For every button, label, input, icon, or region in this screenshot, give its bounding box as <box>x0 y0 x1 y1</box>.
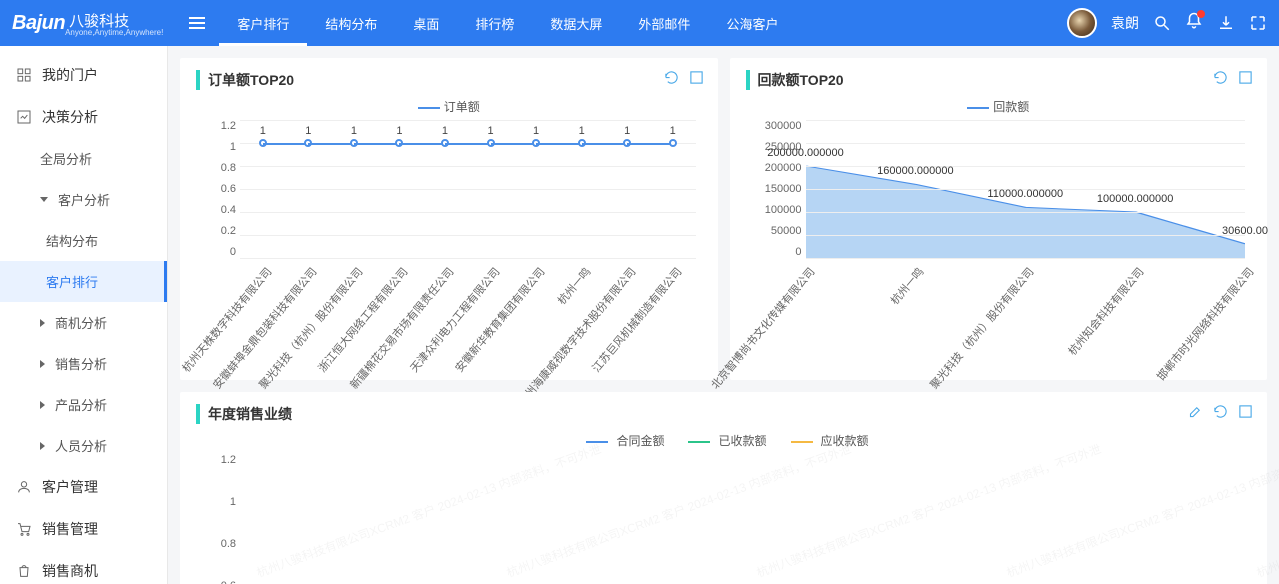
annual-chart: 合同金额已收款额应收款额 1.210.80.6 杭州八骏科技有限公司XCRM2 … <box>196 432 1251 584</box>
y-axis: 300000250000200000150000100000500000 <box>746 120 802 258</box>
sidebar-item-label: 销售管理 <box>42 519 98 539</box>
x-axis: 北京智博尚书文化传媒有限公司杭州一鸣聚光科技（杭州）股份有限公司杭州知会科技有限… <box>806 260 1246 368</box>
annual-sales-card: 年度销售业绩 合同金额已收款额应收款额 1.210.80.6 杭州八骏科技有限公… <box>180 392 1267 584</box>
refresh-icon[interactable] <box>1213 404 1228 419</box>
header-right: 袁朗 <box>1067 8 1267 38</box>
notification-dot <box>1197 10 1205 18</box>
notification-icon[interactable] <box>1185 12 1203 35</box>
receipts-chart: 回款额 300000250000200000150000100000500000… <box>746 98 1252 368</box>
chart-legend: 合同金额已收款额应收款额 <box>196 432 1251 449</box>
tab-6[interactable]: 公海客户 <box>708 0 796 46</box>
logo-text-en: Bajun <box>12 12 65 35</box>
card-actions <box>664 70 704 85</box>
card-title: 回款额TOP20 <box>746 70 1252 90</box>
sidebar-item-5[interactable]: 客户排行 <box>0 261 167 302</box>
card-title: 订单额TOP20 <box>196 70 702 90</box>
chevron-down-icon <box>40 197 48 202</box>
chevron-right-icon <box>40 319 45 327</box>
chevron-right-icon <box>40 360 45 368</box>
search-icon[interactable] <box>1153 14 1171 32</box>
app-header: Bajun 八骏科技 Anyone,Anytime,Anywhere! 客户排行… <box>0 0 1279 46</box>
bag-icon <box>16 563 32 579</box>
y-axis: 1.210.80.6 <box>196 454 236 584</box>
x-axis: 杭州天株数字科技有限公司安徽蚌埠金鼎包装科技有限公司聚光科技（杭州）股份有限公司… <box>240 260 696 368</box>
chart-icon <box>16 109 32 125</box>
menu-toggle-icon[interactable] <box>189 17 205 29</box>
tab-1[interactable]: 结构分布 <box>307 0 395 46</box>
card-actions <box>1188 404 1253 419</box>
y-axis: 1.210.80.60.40.20 <box>196 120 236 258</box>
sidebar-item-1[interactable]: 决策分析 <box>0 96 167 138</box>
sidebar-item-label: 人员分析 <box>55 436 107 455</box>
sidebar-item-8[interactable]: 产品分析 <box>0 384 167 425</box>
edit-icon[interactable] <box>1188 404 1203 419</box>
sidebar-item-label: 客户分析 <box>58 190 110 209</box>
orders-chart: 订单额 1.210.80.60.40.20 1111111111 杭州天株数字科… <box>196 98 702 368</box>
sidebar-item-4[interactable]: 结构分布 <box>0 220 167 261</box>
tab-0[interactable]: 客户排行 <box>219 0 307 46</box>
sidebar-item-label: 客户排行 <box>46 272 98 291</box>
refresh-icon[interactable] <box>664 70 679 85</box>
sidebar-item-label: 客户管理 <box>42 477 98 497</box>
logo: Bajun 八骏科技 Anyone,Anytime,Anywhere! <box>12 10 163 37</box>
user-icon <box>16 479 32 495</box>
sidebar-item-9[interactable]: 人员分析 <box>0 425 167 466</box>
sidebar-item-label: 决策分析 <box>42 107 98 127</box>
orders-top20-card: 订单额TOP20 订单额 1.210.80.60.40.20 111111111… <box>180 58 718 380</box>
maximize-icon[interactable] <box>1238 70 1253 85</box>
card-title: 年度销售业绩 <box>196 404 1251 424</box>
sidebar-item-label: 全局分析 <box>40 149 92 168</box>
maximize-icon[interactable] <box>689 70 704 85</box>
tab-2[interactable]: 桌面 <box>395 0 457 46</box>
receipts-top20-card: 回款额TOP20 回款额 300000250000200000150000100… <box>730 58 1268 380</box>
maximize-icon[interactable] <box>1238 404 1253 419</box>
sidebar-item-0[interactable]: 我的门户 <box>0 54 167 96</box>
sidebar-item-6[interactable]: 商机分析 <box>0 302 167 343</box>
sidebar-item-label: 销售商机 <box>42 561 98 581</box>
sidebar-item-12[interactable]: 销售商机 <box>0 550 167 584</box>
sidebar-item-7[interactable]: 销售分析 <box>0 343 167 384</box>
content-area: 订单额TOP20 订单额 1.210.80.60.40.20 111111111… <box>168 46 1279 584</box>
username: 袁朗 <box>1111 13 1139 33</box>
top-tabs: 客户排行结构分布桌面排行榜数据大屏外部邮件公海客户 <box>219 0 796 46</box>
card-actions <box>1213 70 1253 85</box>
chevron-right-icon <box>40 442 45 450</box>
avatar[interactable] <box>1067 8 1097 38</box>
sidebar-item-label: 商机分析 <box>55 313 107 332</box>
chart-legend: 回款额 <box>746 98 1252 115</box>
sidebar-item-label: 产品分析 <box>55 395 107 414</box>
plot-area: 200000.000000160000.000000110000.0000001… <box>806 120 1246 258</box>
sidebar-item-label: 我的门户 <box>42 65 98 85</box>
sidebar-item-10[interactable]: 客户管理 <box>0 466 167 508</box>
sidebar-item-3[interactable]: 客户分析 <box>0 179 167 220</box>
sidebar-item-label: 销售分析 <box>55 354 107 373</box>
grid-icon <box>16 67 32 83</box>
logo-slogan: Anyone,Anytime,Anywhere! <box>65 28 163 37</box>
download-icon[interactable] <box>1217 14 1235 32</box>
sidebar-item-label: 结构分布 <box>46 231 98 250</box>
sidebar-item-11[interactable]: 销售管理 <box>0 508 167 550</box>
tab-4[interactable]: 数据大屏 <box>532 0 620 46</box>
chevron-right-icon <box>40 401 45 409</box>
chart-legend: 订单额 <box>196 98 702 115</box>
plot-area: 1111111111 <box>240 120 696 258</box>
sidebar-item-2[interactable]: 全局分析 <box>0 138 167 179</box>
cart-icon <box>16 521 32 537</box>
tab-5[interactable]: 外部邮件 <box>620 0 708 46</box>
refresh-icon[interactable] <box>1213 70 1228 85</box>
sidebar: 我的门户决策分析全局分析客户分析结构分布客户排行商机分析销售分析产品分析人员分析… <box>0 46 168 584</box>
tab-3[interactable]: 排行榜 <box>457 0 532 46</box>
expand-icon[interactable] <box>1249 14 1267 32</box>
